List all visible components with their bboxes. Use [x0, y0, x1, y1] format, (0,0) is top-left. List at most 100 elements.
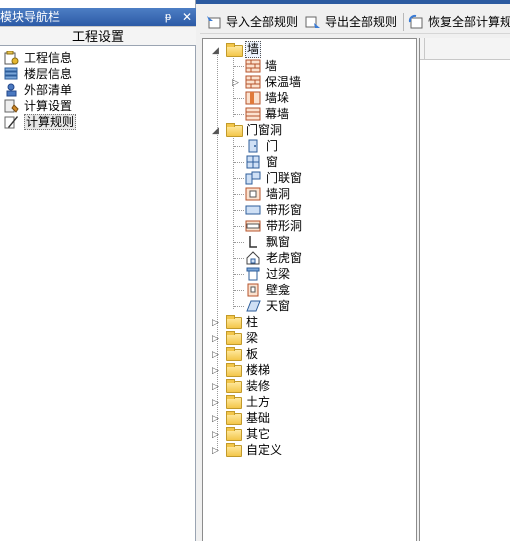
- rules-tree[interactable]: ◢ 墙 墙 ▷ 保温墙 墙垛 幕墙 ◢ 门窗洞 门 窗 门联窗 墙洞 带形窗 带…: [202, 38, 417, 541]
- tree-node-label: 土方: [246, 395, 271, 409]
- nav-item-external-list[interactable]: 外部清单: [0, 82, 196, 98]
- column-divider[interactable]: [424, 38, 425, 60]
- pin-icon[interactable]: ᵽ: [165, 8, 171, 26]
- tree-guide: [234, 178, 244, 179]
- door-window-icon: [245, 171, 261, 185]
- expand-icon[interactable]: ▷: [212, 397, 221, 407]
- tree-guide: [234, 146, 244, 147]
- strip-window-icon: [245, 205, 261, 215]
- tree-node-label: 窗: [266, 155, 279, 169]
- folder-icon: [226, 427, 242, 441]
- tree-node-label: 墙: [265, 59, 278, 73]
- tree-node-label: 基础: [246, 411, 271, 425]
- folder-icon: [226, 395, 242, 409]
- nav-panel-title: 模块导航栏: [0, 10, 61, 24]
- pilaster-icon: [245, 91, 261, 105]
- door-icon: [248, 139, 258, 153]
- nav-list: 工程信息 楼层信息 外部清单 计算设置 计算规则: [0, 50, 196, 130]
- tree-guide: [234, 242, 244, 243]
- nav-item-calc-settings[interactable]: 计算设置: [0, 98, 196, 114]
- tree-guide: [234, 98, 244, 99]
- expand-icon[interactable]: ▷: [212, 333, 221, 343]
- wall-opening-icon: [245, 187, 261, 201]
- import-icon: [207, 16, 221, 29]
- tree-node-label: 飘窗: [266, 235, 291, 249]
- restore-all-rules-button[interactable]: 恢复全部计算规: [406, 13, 510, 31]
- folder-icon: [226, 347, 242, 361]
- lintel-icon: [246, 267, 260, 281]
- expand-icon[interactable]: ▷: [212, 429, 221, 439]
- tree-guide: [234, 306, 244, 307]
- export-all-rules-button[interactable]: 导出全部规则: [303, 13, 397, 31]
- tree-node-label: 幕墙: [265, 107, 290, 121]
- expand-icon[interactable]: ▷: [212, 349, 221, 359]
- curtain-wall-icon: [245, 107, 261, 121]
- tree-node-label: 柱: [246, 315, 259, 329]
- restore-label: 恢复全部计算规: [428, 15, 510, 29]
- brick-wall-icon: [245, 59, 261, 73]
- niche-icon: [247, 283, 259, 297]
- tree-guide: [234, 258, 244, 259]
- tree-node-label: 过梁: [266, 267, 291, 281]
- nav-item-label: 外部清单: [24, 83, 73, 97]
- export-icon: [305, 16, 320, 28]
- tree-node-label: 保温墙: [265, 75, 302, 89]
- tree-node-label: 天窗: [266, 299, 291, 313]
- tree-guide: [234, 226, 244, 227]
- external-list-icon: [6, 83, 17, 97]
- expand-icon[interactable]: ▷: [212, 445, 221, 455]
- window-icon: [246, 155, 260, 169]
- folder-icon: [226, 331, 242, 345]
- restore-icon: [408, 14, 423, 29]
- section-project-settings[interactable]: 工程设置: [0, 26, 196, 46]
- folder-icon: [226, 315, 242, 329]
- expand-icon[interactable]: ▷: [212, 381, 221, 391]
- bay-window-icon: [249, 236, 257, 248]
- tree-guide: [234, 162, 244, 163]
- tree-node-label: 墙垛: [265, 91, 290, 105]
- tree-guide: [234, 274, 244, 275]
- expand-icon[interactable]: ▷: [232, 77, 241, 87]
- skylight-icon: [246, 300, 261, 312]
- tree-node-label: 门联窗: [266, 171, 303, 185]
- folder-icon: [226, 411, 242, 425]
- collapse-icon[interactable]: ◢: [212, 45, 221, 55]
- expand-icon[interactable]: ▷: [212, 317, 221, 327]
- calc-settings-icon: [4, 99, 19, 113]
- import-all-rules-button[interactable]: 导入全部规则: [204, 13, 298, 31]
- nav-item-calc-rules[interactable]: 计算规则: [0, 114, 196, 130]
- tree-node-label: 门: [266, 139, 279, 153]
- nav-item-project-info[interactable]: 工程信息: [0, 50, 196, 66]
- tree-node-label: 自定义: [246, 443, 283, 457]
- collapse-icon[interactable]: ◢: [212, 125, 221, 135]
- tree-node-label: 墙洞: [266, 187, 291, 201]
- folder-icon: [226, 443, 242, 457]
- tree-guide: [234, 114, 244, 115]
- import-label: 导入全部规则: [226, 15, 299, 29]
- folder-open-icon: [226, 123, 243, 137]
- expand-icon[interactable]: ▷: [212, 413, 221, 423]
- toolbar: 导入全部规则 导出全部规则 恢复全部计算规: [200, 10, 510, 34]
- nav-item-label: 楼层信息: [24, 67, 73, 81]
- tree-guide: [234, 290, 244, 291]
- floor-info-icon: [4, 67, 18, 80]
- toolbar-separator: [403, 13, 404, 31]
- tree-node-label: 老虎窗: [266, 251, 303, 265]
- tree-node-label: 壁龛: [266, 283, 291, 297]
- folder-icon: [226, 363, 242, 377]
- export-label: 导出全部规则: [325, 15, 398, 29]
- tree-node-label: 门窗洞: [246, 123, 283, 137]
- module-navigation-panel: 模块导航栏 ᵽ ✕ 工程设置 工程信息 楼层信息 外部清单 计算设置 计算规则: [0, 0, 196, 541]
- tree-node-label: 装修: [246, 379, 271, 393]
- expand-icon[interactable]: ▷: [212, 365, 221, 375]
- tree-node-label: 墙: [245, 41, 262, 58]
- folder-icon: [226, 379, 242, 393]
- nav-item-floor-info[interactable]: 楼层信息: [0, 66, 196, 82]
- tree-guide: [234, 66, 244, 67]
- tree-node-label: 其它: [246, 427, 271, 441]
- tree-node-label: 楼梯: [246, 363, 271, 377]
- nav-item-label: 计算设置: [24, 99, 73, 113]
- tree-guide: [234, 210, 244, 211]
- close-icon[interactable]: ✕: [182, 8, 192, 26]
- rules-detail-panel: [419, 38, 510, 541]
